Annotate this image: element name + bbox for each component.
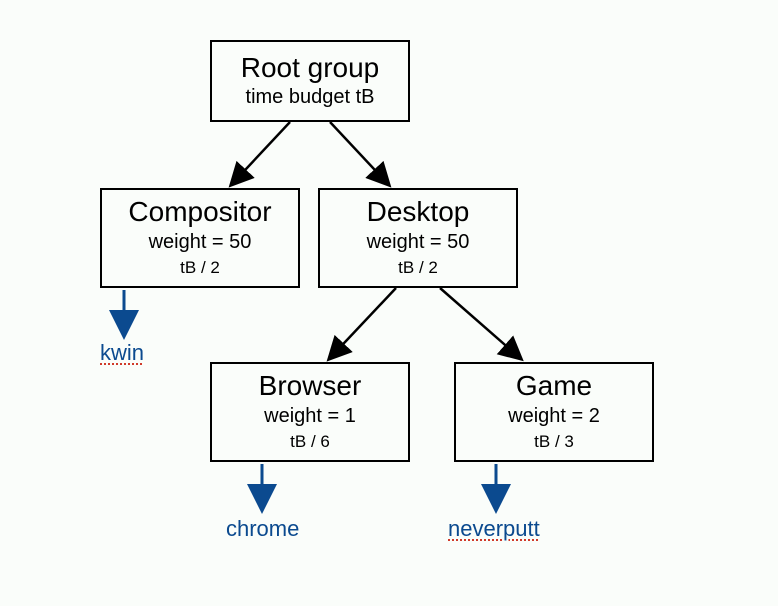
node-compositor-budget: tB / 2	[180, 258, 220, 278]
leaf-kwin-text: kwin	[100, 340, 144, 365]
node-game-title: Game	[516, 371, 592, 402]
node-game: Game weight = 2 tB / 3	[454, 362, 654, 462]
node-root: Root group time budget tB	[210, 40, 410, 122]
node-root-sub: time budget tB	[246, 85, 375, 109]
node-compositor-weight: weight = 50	[149, 230, 252, 254]
leaf-neverputt-label: neverputt	[448, 516, 540, 542]
node-browser-weight: weight = 1	[264, 404, 356, 428]
leaf-chrome-text: chrome	[226, 516, 299, 541]
node-desktop-budget: tB / 2	[398, 258, 438, 278]
edge-root-compositor	[232, 122, 290, 184]
node-compositor: Compositor weight = 50 tB / 2	[100, 188, 300, 288]
edge-desktop-game	[440, 288, 520, 358]
leaf-kwin-label: kwin	[100, 340, 144, 366]
node-game-budget: tB / 3	[534, 432, 574, 452]
node-desktop-weight: weight = 50	[367, 230, 470, 254]
node-desktop-title: Desktop	[367, 197, 470, 228]
leaf-neverputt-text: neverputt	[448, 516, 540, 541]
edge-desktop-browser	[330, 288, 396, 358]
node-desktop: Desktop weight = 50 tB / 2	[318, 188, 518, 288]
diagram-canvas: Root group time budget tB Compositor wei…	[0, 0, 778, 606]
leaf-chrome-label: chrome	[226, 516, 299, 542]
node-browser-title: Browser	[259, 371, 362, 402]
node-game-weight: weight = 2	[508, 404, 600, 428]
edge-root-desktop	[330, 122, 388, 184]
node-compositor-title: Compositor	[128, 197, 271, 228]
node-browser: Browser weight = 1 tB / 6	[210, 362, 410, 462]
node-root-title: Root group	[241, 53, 380, 84]
node-browser-budget: tB / 6	[290, 432, 330, 452]
